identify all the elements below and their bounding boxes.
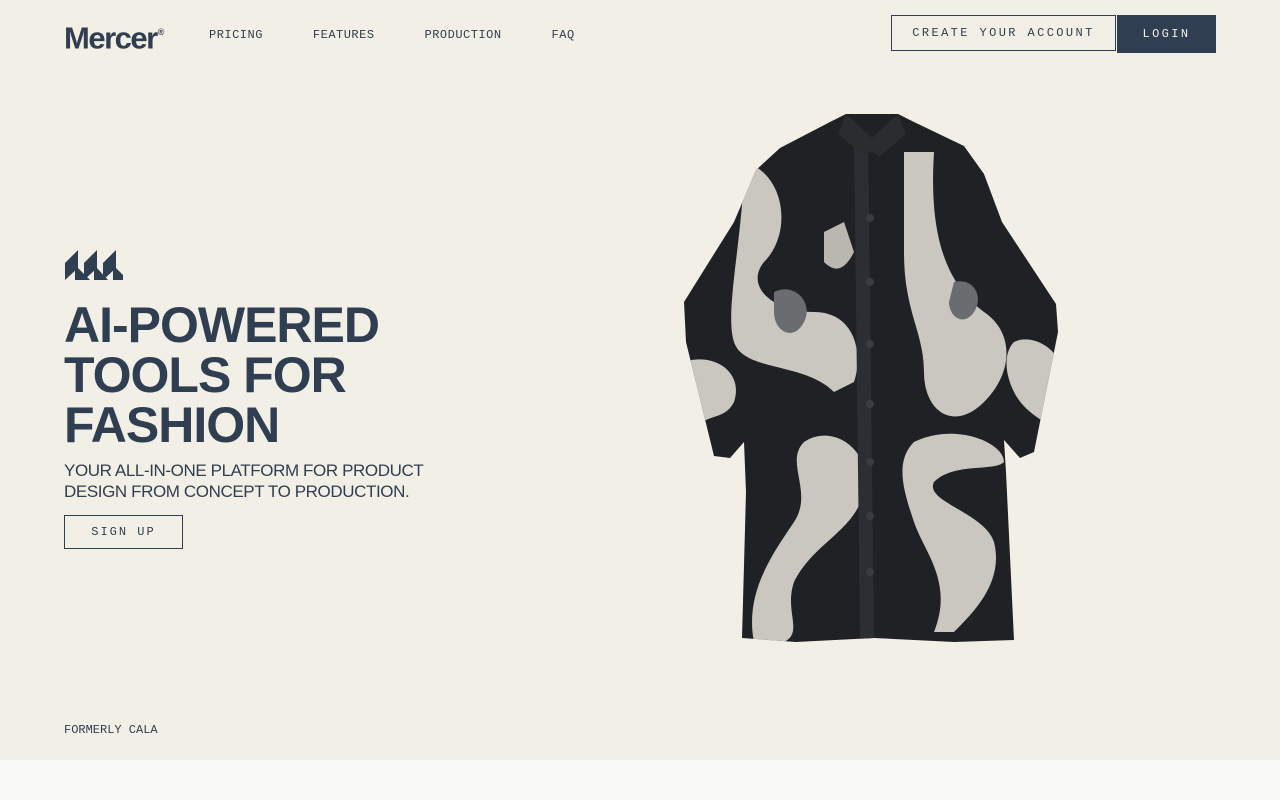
- patterned-coat-image: [684, 114, 1058, 642]
- hero-subheadline: YOUR ALL-IN-ONE PLATFORM FOR PRODUCT DES…: [64, 461, 424, 501]
- nav-link-production[interactable]: PRODUCTION: [425, 28, 502, 42]
- nav-link-faq[interactable]: FAQ: [552, 28, 575, 42]
- registered-mark: ®: [157, 27, 165, 37]
- brand-name: Mercer: [64, 20, 158, 56]
- main-nav: PRICING FEATURES PRODUCTION FAQ: [209, 28, 575, 42]
- nav-link-pricing[interactable]: PRICING: [209, 28, 263, 42]
- login-button[interactable]: LOGIN: [1117, 15, 1216, 53]
- sign-up-button[interactable]: SIGN UP: [64, 515, 183, 549]
- nav-link-features[interactable]: FEATURES: [313, 28, 375, 42]
- brand-stripes-icon: [65, 250, 123, 280]
- create-account-button[interactable]: CREATE YOUR ACCOUNT: [891, 15, 1116, 51]
- hero-headline: AI-POWERED TOOLS FOR FASHION: [64, 300, 544, 450]
- headline-line-2: TOOLS FOR: [64, 347, 347, 403]
- headline-line-3: FASHION: [64, 397, 280, 453]
- formerly-note: FORMERLY CALA: [64, 723, 158, 737]
- mercer-logo[interactable]: Mercer®: [64, 18, 164, 54]
- hero-section: Mercer® PRICING FEATURES PRODUCTION FAQ …: [0, 0, 1280, 760]
- headline-line-1: AI-POWERED: [64, 297, 380, 353]
